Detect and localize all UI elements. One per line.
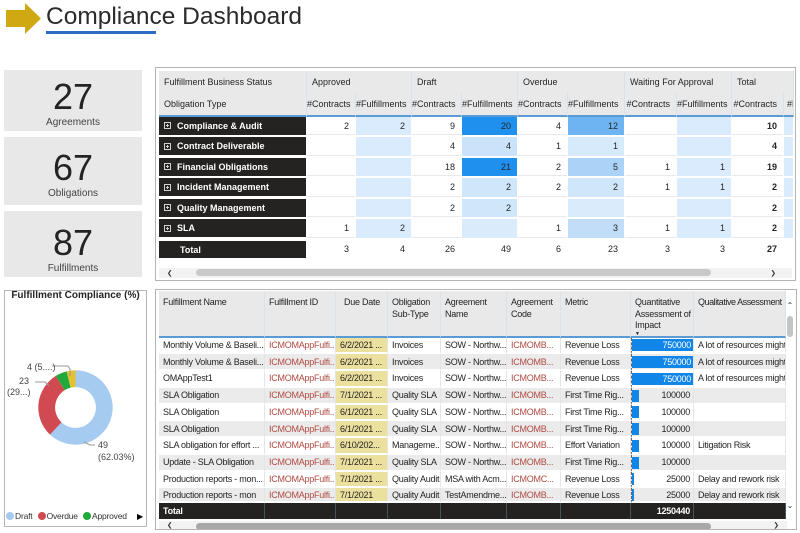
- svg-text:49: 49: [98, 440, 108, 450]
- svg-text:23: 23: [19, 376, 29, 386]
- svg-text:(62.03%): (62.03%): [98, 452, 135, 462]
- svg-text:4 (5....): 4 (5....): [27, 362, 56, 372]
- svg-text:(29...): (29...): [7, 387, 31, 397]
